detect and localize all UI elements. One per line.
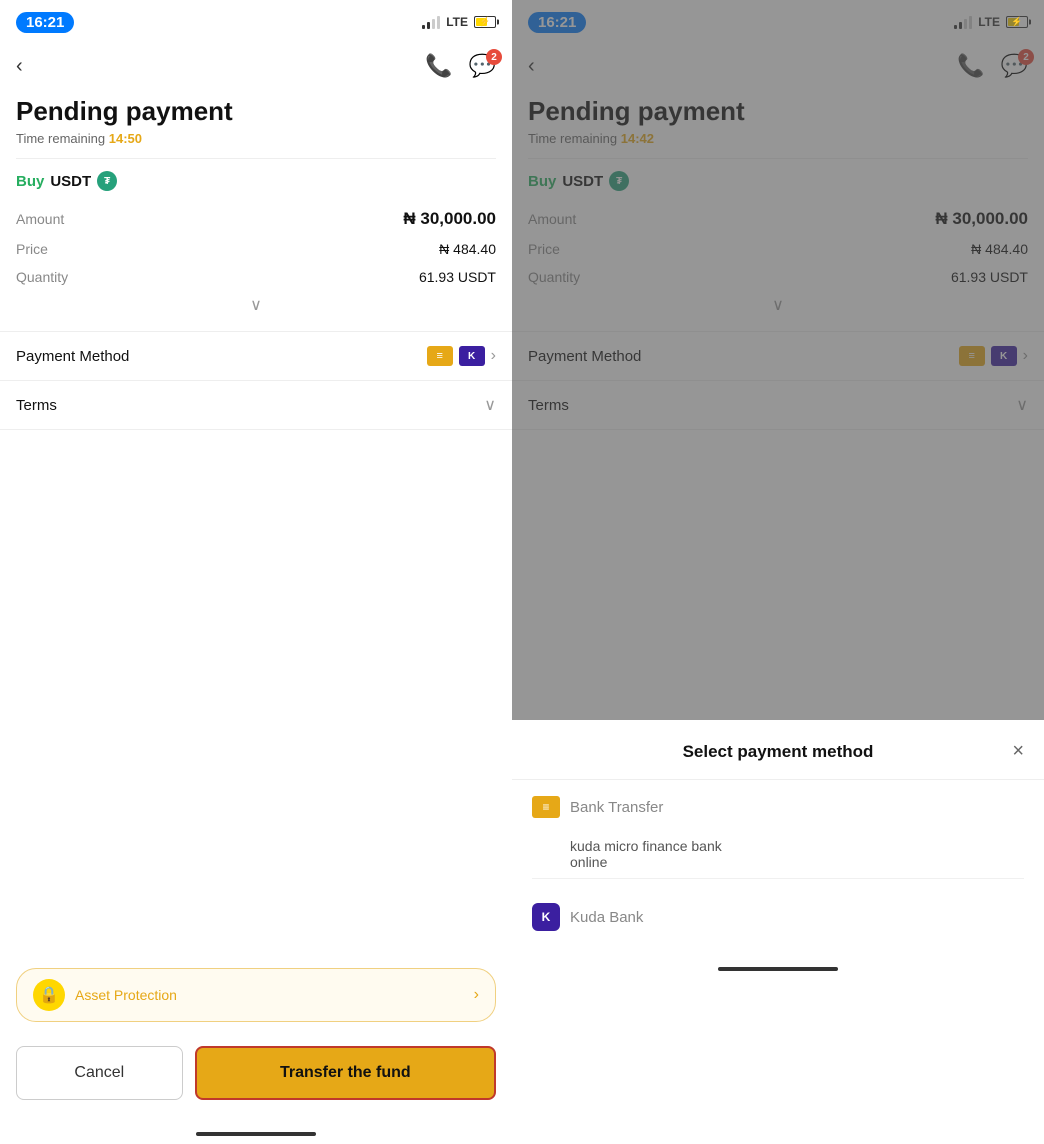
chevron-down-icon-left: ∨ <box>250 295 262 315</box>
amount-value-left: ₦ 30,000.00 <box>403 209 496 229</box>
signal-bar-1 <box>422 25 425 29</box>
right-panel: 16:21 LTE ⚡ ‹ 📞 <box>512 0 1044 1144</box>
terms-chevron-left: ∨ <box>484 395 496 415</box>
usdt-label-left: USDT <box>50 173 91 190</box>
bank-transfer-option-label: Bank Transfer <box>570 799 663 816</box>
overlay <box>512 0 1044 720</box>
expand-button-left[interactable]: ∨ <box>16 291 496 319</box>
price-value-left: ₦ 484.40 <box>439 241 496 257</box>
home-bar-left <box>196 1132 316 1136</box>
lte-label-left: LTE <box>446 15 468 29</box>
time-remaining-left: Time remaining 14:50 <box>0 131 512 158</box>
nav-bar-left: ‹ 📞 💬 2 <box>0 44 512 88</box>
signal-bar-2 <box>427 22 430 29</box>
signal-bars-left <box>422 15 440 29</box>
phone-icon-left: 📞 <box>425 53 452 78</box>
bank-transfer-header: ≡ Bank Transfer <box>532 796 1024 818</box>
usdt-icon-left: ₮ <box>97 171 117 191</box>
price-label-left: Price <box>16 241 48 257</box>
quantity-row-left: Quantity 61.93 USDT <box>16 263 496 291</box>
asset-protection-arrow-left: › <box>474 986 479 1004</box>
left-panel: 16:21 LTE ⚡ ‹ 📞 💬 2 <box>0 0 512 1144</box>
transaction-section-left: Buy USDT ₮ Amount ₦ 30,000.00 Price ₦ 48… <box>0 159 512 331</box>
buy-row-left: Buy USDT ₮ <box>16 171 496 191</box>
signal-bar-4 <box>437 16 440 29</box>
payment-method-bottom-sheet: Select payment method × ≡ Bank Transfer … <box>512 724 1044 1144</box>
transfer-button[interactable]: Transfer the fund <box>195 1046 496 1100</box>
charging-bolt-right: ⚡ <box>1011 17 1022 28</box>
time-remaining-label-left: Time remaining <box>16 131 105 146</box>
terms-label-left: Terms <box>16 397 57 414</box>
asset-protection-label-left: Asset Protection <box>75 987 464 1003</box>
terms-row-left[interactable]: Terms ∨ <box>0 381 512 430</box>
home-indicator-right <box>512 947 1044 1001</box>
quantity-value-left: 61.93 USDT <box>419 269 496 285</box>
bank-transfer-icon-left: ≡ <box>427 346 453 366</box>
bank-transfer-section: ≡ Bank Transfer kuda micro finance bank … <box>512 780 1044 887</box>
bank-transfer-option-icon: ≡ <box>532 796 560 818</box>
status-bar-left: 16:21 LTE ⚡ <box>0 0 512 44</box>
right-content: 16:21 LTE ⚡ ‹ 📞 <box>512 0 1044 1144</box>
asset-protection-icon-left: 🔒 <box>33 979 65 1011</box>
battery-left: ⚡ <box>474 16 496 28</box>
phone-icon-wrap-left[interactable]: 📞 <box>425 53 452 79</box>
bottom-sheet-header: Select payment method × <box>512 724 1044 780</box>
amount-label-left: Amount <box>16 211 64 227</box>
page-title-left: Pending payment <box>0 88 512 131</box>
signal-bar-3 <box>432 19 435 29</box>
time-value-left: 14:50 <box>109 131 142 146</box>
cancel-button[interactable]: Cancel <box>16 1046 183 1100</box>
bank-transfer-sub-item[interactable]: kuda micro finance bank online <box>532 830 1024 879</box>
kuda-icon-left: K <box>459 346 485 366</box>
buy-label-left: Buy <box>16 173 44 190</box>
bank-transfer-sub-text-2: online <box>570 854 1024 870</box>
kuda-bank-label: Kuda Bank <box>570 909 643 926</box>
status-time-left: 16:21 <box>16 12 74 33</box>
chevron-right-icon-left: › <box>491 347 496 365</box>
quantity-label-left: Quantity <box>16 269 68 285</box>
nav-icons-left: 📞 💬 2 <box>425 53 496 79</box>
payment-method-label-left: Payment Method <box>16 348 129 365</box>
status-right-left: LTE ⚡ <box>422 15 496 29</box>
asset-protection-left[interactable]: 🔒 Asset Protection › <box>16 968 496 1022</box>
bottom-sheet-title: Select payment method <box>560 742 996 762</box>
amount-row-left: Amount ₦ 30,000.00 <box>16 203 496 235</box>
bank-transfer-sub-text-1: kuda micro finance bank <box>570 838 1024 854</box>
back-button-left[interactable]: ‹ <box>16 55 23 78</box>
chat-icon-wrap-left[interactable]: 💬 2 <box>469 53 496 79</box>
spacer-left <box>0 430 512 956</box>
home-bar-right <box>718 967 838 971</box>
kuda-bank-option[interactable]: K Kuda Bank <box>512 887 1044 947</box>
payment-method-row-left[interactable]: Payment Method ≡ K › <box>0 331 512 381</box>
home-indicator-left <box>0 1124 512 1144</box>
bottom-buttons-left: Cancel Transfer the fund <box>0 1034 512 1124</box>
chat-badge-left: 2 <box>486 49 502 65</box>
kuda-bank-option-icon: K <box>532 903 560 931</box>
close-button[interactable]: × <box>996 740 1024 763</box>
charging-bolt-left: ⚡ <box>479 17 490 28</box>
price-row-left: Price ₦ 484.40 <box>16 235 496 263</box>
payment-method-icons-left: ≡ K › <box>427 346 496 366</box>
